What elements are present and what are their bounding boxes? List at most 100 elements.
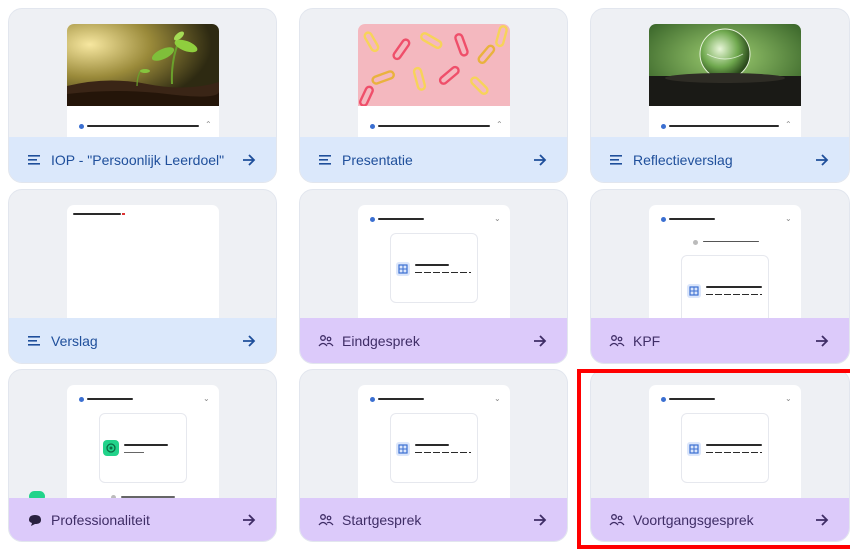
card-title: Eindgesprek xyxy=(342,332,420,349)
indicator-dot xyxy=(370,124,375,129)
card-footer[interactable]: Eindgesprek xyxy=(300,318,567,363)
text-placeholder xyxy=(706,452,762,453)
text-placeholder xyxy=(378,218,424,220)
card-title: Presentatie xyxy=(342,151,413,168)
text-placeholder xyxy=(87,398,133,400)
card-startgesprek[interactable]: ⌄ Startgesprek xyxy=(299,369,568,542)
lines-icon xyxy=(610,154,622,165)
badge-icon xyxy=(103,440,119,456)
arrow-right-icon[interactable] xyxy=(815,334,829,348)
text-placeholder xyxy=(124,444,168,446)
text-placeholder xyxy=(669,125,779,127)
indicator-dot xyxy=(370,397,375,402)
sprout-thumbnail xyxy=(67,24,219,106)
card-title: Verslag xyxy=(51,332,98,349)
card-footer[interactable]: Voortgangsgesprek xyxy=(591,498,849,541)
card-title: KPF xyxy=(633,332,661,349)
red-dot xyxy=(122,213,125,215)
card-preview: ⌃ xyxy=(358,24,510,149)
chevron-up-icon: ⌃ xyxy=(785,120,792,129)
text-placeholder xyxy=(706,294,762,295)
arrow-right-icon[interactable] xyxy=(533,334,547,348)
chevron-down-icon: ⌄ xyxy=(494,394,501,403)
card-eindgesprek[interactable]: ⌄ Eindgesprek xyxy=(299,189,568,364)
inner-card xyxy=(681,255,769,325)
arrow-right-icon[interactable] xyxy=(242,334,256,348)
glass-sphere-thumbnail xyxy=(649,24,801,106)
card-footer[interactable]: Verslag xyxy=(9,318,276,363)
card-title: Voortgangsgesprek xyxy=(633,511,754,528)
card-title: Professionaliteit xyxy=(51,511,150,528)
text-placeholder xyxy=(378,125,490,127)
card-title: Startgesprek xyxy=(342,511,422,528)
paperclips-thumbnail xyxy=(358,24,510,106)
card-preview: ⌄ xyxy=(67,385,219,510)
card-footer[interactable]: Professionaliteit xyxy=(9,498,276,541)
arrow-right-icon[interactable] xyxy=(242,153,256,167)
chevron-down-icon: ⌄ xyxy=(785,394,792,403)
card-professionaliteit[interactable]: ⌄ Professionaliteit xyxy=(8,369,277,542)
indicator-dot xyxy=(661,217,666,222)
inner-card xyxy=(99,413,187,483)
chevron-down-icon: ⌄ xyxy=(203,394,210,403)
inner-card xyxy=(390,413,478,483)
chevron-up-icon: ⌃ xyxy=(496,120,503,129)
table-icon xyxy=(687,284,701,298)
card-footer[interactable]: Reflectieverslag xyxy=(591,137,849,182)
arrow-right-icon[interactable] xyxy=(815,153,829,167)
table-icon xyxy=(396,262,410,276)
text-placeholder xyxy=(378,398,424,400)
text-placeholder xyxy=(669,398,715,400)
card-iop-persoonlijk-leerdoel[interactable]: ⌃ IOP - "Persoonlijk Leerdoel" xyxy=(8,8,277,183)
card-preview: ⌄ xyxy=(649,205,801,330)
card-footer[interactable]: IOP - "Persoonlijk Leerdoel" xyxy=(9,137,276,182)
arrow-right-icon[interactable] xyxy=(533,513,547,527)
card-reflectieverslag[interactable]: ⌃ Reflectieverslag xyxy=(590,8,850,183)
card-preview xyxy=(67,205,219,330)
indicator-dot xyxy=(661,397,666,402)
card-footer[interactable]: Startgesprek xyxy=(300,498,567,541)
text-placeholder xyxy=(87,125,199,127)
card-preview: ⌃ xyxy=(67,24,219,149)
text-placeholder xyxy=(706,444,762,446)
text-placeholder xyxy=(124,452,144,453)
card-voortgangsgesprek[interactable]: ⌄ Voortgangsgesprek xyxy=(590,369,850,542)
arrow-right-icon[interactable] xyxy=(242,513,256,527)
inner-card xyxy=(390,233,478,303)
card-title: Reflectieverslag xyxy=(633,151,733,168)
card-footer[interactable]: Presentatie xyxy=(300,137,567,182)
card-preview: ⌄ xyxy=(358,385,510,510)
people-icon xyxy=(318,334,334,346)
grey-dot xyxy=(693,240,698,245)
indicator-dot xyxy=(661,124,666,129)
speech-bubble-icon xyxy=(29,514,41,526)
text-placeholder xyxy=(703,241,759,242)
card-preview: ⌃ xyxy=(649,24,801,149)
inner-card xyxy=(681,413,769,483)
card-presentatie[interactable]: ⌃ Presentatie xyxy=(299,8,568,183)
table-icon xyxy=(396,442,410,456)
arrow-right-icon[interactable] xyxy=(533,153,547,167)
chevron-down-icon: ⌄ xyxy=(494,214,501,223)
indicator-dot xyxy=(79,397,84,402)
text-placeholder xyxy=(415,452,471,453)
people-icon xyxy=(609,334,625,346)
text-placeholder xyxy=(669,218,715,220)
card-verslag[interactable]: Verslag xyxy=(8,189,277,364)
table-icon xyxy=(687,442,701,456)
text-placeholder xyxy=(415,272,471,273)
card-title: IOP - "Persoonlijk Leerdoel" xyxy=(51,151,225,168)
lines-icon xyxy=(319,154,331,165)
lines-icon xyxy=(28,154,40,165)
people-icon xyxy=(609,513,625,525)
indicator-dot xyxy=(79,124,84,129)
card-preview: ⌄ xyxy=(358,205,510,330)
indicator-dot xyxy=(370,217,375,222)
arrow-right-icon[interactable] xyxy=(815,513,829,527)
text-placeholder xyxy=(706,286,762,288)
chevron-up-icon: ⌃ xyxy=(205,120,212,129)
card-footer[interactable]: KPF xyxy=(591,318,849,363)
card-kpf[interactable]: ⌄ KPF xyxy=(590,189,850,364)
text-placeholder xyxy=(73,213,121,215)
text-placeholder xyxy=(415,444,449,446)
